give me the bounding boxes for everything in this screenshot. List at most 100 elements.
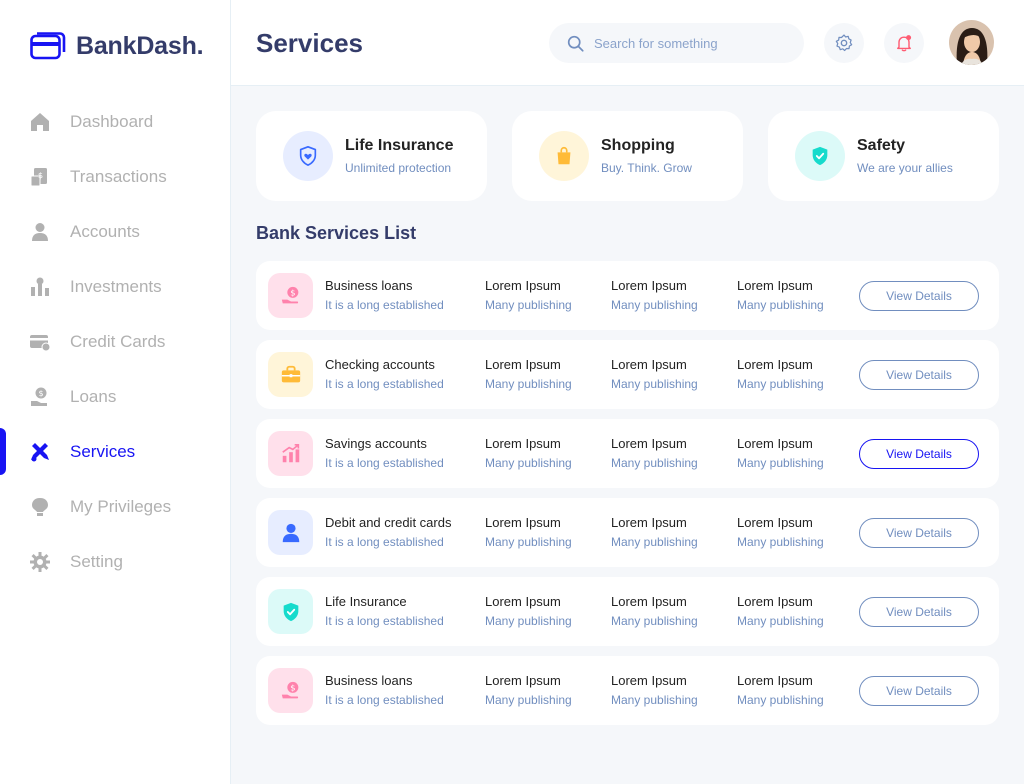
detail-subtitle: Many publishing xyxy=(737,456,824,470)
shield-check-icon xyxy=(268,589,313,634)
service-detail-cell: Lorem Ipsum Many publishing xyxy=(485,436,572,470)
svg-text:$: $ xyxy=(290,682,295,692)
detail-subtitle: Many publishing xyxy=(611,298,698,312)
service-summary-cards: Life Insurance Unlimited protection Shop… xyxy=(256,111,999,201)
sidebar-item-accounts[interactable]: Accounts xyxy=(0,204,230,259)
user-icon xyxy=(268,510,313,555)
card-title: Life Insurance xyxy=(345,137,454,154)
loan-hand-icon: $ xyxy=(268,273,313,318)
summary-card-safety[interactable]: Safety We are your allies xyxy=(768,111,999,201)
view-details-button[interactable]: View Details xyxy=(859,676,979,706)
detail-title: Lorem Ipsum xyxy=(737,515,813,530)
shield-heart-icon xyxy=(283,131,333,181)
detail-title: Lorem Ipsum xyxy=(737,673,813,688)
service-row: Savings accounts It is a long establishe… xyxy=(256,419,999,488)
view-details-button[interactable]: View Details xyxy=(859,360,979,390)
detail-subtitle: Many publishing xyxy=(737,693,824,707)
detail-title: Lorem Ipsum xyxy=(611,594,687,609)
detail-subtitle: Many publishing xyxy=(485,298,572,312)
summary-card-life-insurance[interactable]: Life Insurance Unlimited protection xyxy=(256,111,487,201)
sidebar-item-label: Loans xyxy=(70,386,117,406)
sidebar-item-my-privileges[interactable]: My Privileges xyxy=(0,479,230,534)
service-name-cell: Checking accounts It is a long establish… xyxy=(325,357,444,391)
service-name-cell: Business loans It is a long established xyxy=(325,278,444,312)
detail-subtitle: Many publishing xyxy=(737,614,824,628)
sidebar-item-label: Investments xyxy=(70,276,162,296)
shield-check-icon xyxy=(795,131,845,181)
service-name-cell: Life Insurance It is a long established xyxy=(325,594,444,628)
sidebar-item-label: Services xyxy=(70,441,136,461)
detail-title: Lorem Ipsum xyxy=(611,278,687,293)
card-subtitle: Buy. Think. Grow xyxy=(601,161,692,175)
card-subtitle: We are your allies xyxy=(857,161,953,175)
service-detail-cell: Lorem Ipsum Many publishing xyxy=(737,594,824,628)
detail-title: Lorem Ipsum xyxy=(485,515,561,530)
service-row: $ Business loans It is a long established… xyxy=(256,261,999,330)
service-detail-cell: Lorem Ipsum Many publishing xyxy=(485,515,572,549)
detail-title: Lorem Ipsum xyxy=(611,673,687,688)
service-name-cell: Savings accounts It is a long establishe… xyxy=(325,436,444,470)
view-details-button[interactable]: View Details xyxy=(859,281,979,311)
card-title: Safety xyxy=(857,137,906,154)
briefcase-icon xyxy=(268,352,313,397)
main-content: Life Insurance Unlimited protection Shop… xyxy=(256,111,999,725)
shopping-bag-icon xyxy=(539,131,589,181)
investment-icon xyxy=(30,277,50,297)
gear-icon xyxy=(835,34,853,52)
bank-services-list: $ Business loans It is a long established… xyxy=(256,261,999,725)
service-name: Checking accounts xyxy=(325,357,435,372)
detail-subtitle: Many publishing xyxy=(737,298,824,312)
sidebar-item-label: Dashboard xyxy=(70,111,154,131)
service-detail-cell: Lorem Ipsum Many publishing xyxy=(611,357,698,391)
detail-subtitle: Many publishing xyxy=(737,377,824,391)
brand-name: BankDash. xyxy=(76,31,204,60)
detail-title: Lorem Ipsum xyxy=(611,515,687,530)
summary-card-shopping[interactable]: Shopping Buy. Think. Grow xyxy=(512,111,743,201)
svg-text:$: $ xyxy=(38,171,43,180)
search-bar[interactable] xyxy=(549,23,804,63)
service-name-cell: Debit and credit cards It is a long esta… xyxy=(325,515,451,549)
view-details-button[interactable]: View Details xyxy=(859,439,979,469)
avatar[interactable] xyxy=(949,20,994,65)
service-detail-cell: Lorem Ipsum Many publishing xyxy=(611,436,698,470)
sidebar-item-label: Transactions xyxy=(70,166,167,186)
service-row: Life Insurance It is a long established L… xyxy=(256,577,999,646)
service-icon xyxy=(30,442,50,462)
search-input[interactable] xyxy=(594,35,784,51)
sidebar-item-credit-cards[interactable]: Credit Cards xyxy=(0,314,230,369)
sidebar-item-label: Accounts xyxy=(70,221,140,241)
sidebar-item-loans[interactable]: $ Loans xyxy=(0,369,230,424)
loan-hand-icon: $ xyxy=(268,668,313,713)
service-name: Business loans xyxy=(325,278,413,293)
settings-button[interactable] xyxy=(824,23,864,63)
detail-subtitle: Many publishing xyxy=(611,535,698,549)
section-title: Bank Services List xyxy=(256,223,417,243)
card-title: Shopping xyxy=(601,137,675,154)
sidebar-item-services[interactable]: Services xyxy=(0,424,230,479)
detail-title: Lorem Ipsum xyxy=(485,357,561,372)
chart-up-icon xyxy=(268,431,313,476)
detail-subtitle: Many publishing xyxy=(737,535,824,549)
view-details-button[interactable]: View Details xyxy=(859,597,979,627)
service-description: It is a long established xyxy=(325,298,444,312)
sidebar-item-investments[interactable]: Investments xyxy=(0,259,230,314)
view-details-button[interactable]: View Details xyxy=(859,518,979,548)
detail-title: Lorem Ipsum xyxy=(611,357,687,372)
service-detail-cell: Lorem Ipsum Many publishing xyxy=(611,594,698,628)
brand-logo[interactable]: BankDash. xyxy=(30,30,204,62)
service-description: It is a long established xyxy=(325,535,444,549)
service-detail-cell: Lorem Ipsum Many publishing xyxy=(485,673,572,707)
detail-title: Lorem Ipsum xyxy=(485,594,561,609)
detail-subtitle: Many publishing xyxy=(485,535,572,549)
sidebar-item-transactions[interactable]: $ Transactions xyxy=(0,149,230,204)
sidebar-item-setting[interactable]: Setting xyxy=(0,534,230,589)
detail-title: Lorem Ipsum xyxy=(485,436,561,451)
loan-icon: $ xyxy=(30,387,50,407)
sidebar-item-dashboard[interactable]: Dashboard xyxy=(0,94,230,149)
sidebar-nav: Dashboard $ Transactions Accounts Invest… xyxy=(0,94,230,589)
notifications-button[interactable] xyxy=(884,23,924,63)
service-description: It is a long established xyxy=(325,693,444,707)
user-icon xyxy=(30,222,50,242)
svg-text:$: $ xyxy=(38,389,43,398)
service-detail-cell: Lorem Ipsum Many publishing xyxy=(485,278,572,312)
